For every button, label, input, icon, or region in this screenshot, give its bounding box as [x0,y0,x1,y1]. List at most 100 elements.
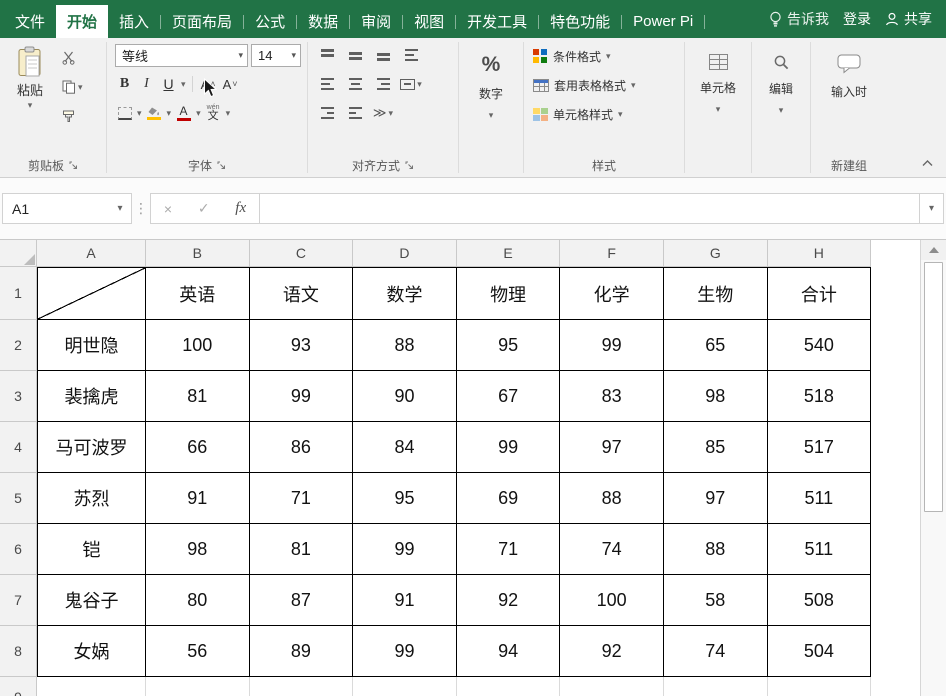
cell-G9[interactable] [664,677,768,696]
insert-function-button[interactable]: fx [235,200,246,217]
borders-button[interactable] [115,103,134,123]
menu-tab-power-pivot[interactable]: Power Pi [622,5,704,38]
share-button[interactable]: 共享 [885,9,932,29]
column-header-D[interactable]: D [353,240,457,267]
cell-H9[interactable] [768,677,872,696]
cell-D9[interactable] [353,677,457,696]
row-header-3[interactable]: 3 [0,371,37,422]
menu-tab-home[interactable]: 开始 [56,5,108,38]
editing-button[interactable]: 编辑 ▾ [752,38,810,153]
menu-tab-insert[interactable]: 插入 [108,5,160,38]
vertical-scrollbar[interactable] [920,240,946,696]
cell-C2[interactable]: 93 [250,320,354,371]
column-header-B[interactable]: B [146,240,250,267]
decrease-indent-button[interactable] [316,102,338,124]
cell-D4[interactable]: 84 [353,422,457,473]
formula-bar-grip[interactable]: ⋮ [132,200,150,217]
cell-C1[interactable]: 语文 [250,267,354,320]
cell-C9[interactable] [250,677,354,696]
cell-F3[interactable]: 83 [560,371,664,422]
cell-G8[interactable]: 74 [664,626,768,677]
column-header-F[interactable]: F [560,240,664,267]
scroll-up-button[interactable] [921,240,946,260]
cell-G4[interactable]: 85 [664,422,768,473]
cell-G1[interactable]: 生物 [664,267,768,320]
fill-color-button[interactable] [145,103,164,123]
wrap-text-button[interactable] [400,44,422,66]
cell-F7[interactable]: 100 [560,575,664,626]
phonetic-dropdown-arrow[interactable]: ▾ [226,109,231,118]
italic-button[interactable]: I [137,74,156,94]
merge-center-button[interactable]: ▾ [400,73,422,95]
fill-color-dropdown-arrow[interactable]: ▾ [167,109,172,118]
menu-tab-data[interactable]: 数据 [297,5,349,38]
menu-tab-developer[interactable]: 开发工具 [456,5,538,38]
cell-B9[interactable] [146,677,250,696]
cell-H6[interactable]: 511 [768,524,872,575]
input-macro-button[interactable]: 输入时 [811,38,887,153]
column-header-E[interactable]: E [457,240,561,267]
cell-D6[interactable]: 99 [353,524,457,575]
cell-E9[interactable] [457,677,561,696]
cells-button[interactable]: 单元格 ▾ [685,38,751,153]
cell-F5[interactable]: 88 [560,473,664,524]
column-header-C[interactable]: C [250,240,354,267]
cell-B8[interactable]: 56 [146,626,250,677]
cell-F6[interactable]: 74 [560,524,664,575]
cell-F8[interactable]: 92 [560,626,664,677]
paste-button[interactable]: 粘贴 ▾ [4,42,56,153]
cell-D5[interactable]: 95 [353,473,457,524]
cell-B5[interactable]: 91 [146,473,250,524]
increase-font-size-button[interactable]: A˄ [199,74,218,94]
font-size-dropdown-arrow[interactable]: ▾ [288,50,296,61]
cell-G6[interactable]: 88 [664,524,768,575]
cell-G7[interactable]: 58 [664,575,768,626]
cell-B6[interactable]: 98 [146,524,250,575]
cell-H7[interactable]: 508 [768,575,872,626]
cell-G5[interactable]: 97 [664,473,768,524]
select-all-button[interactable] [0,240,37,267]
borders-dropdown-arrow[interactable]: ▾ [137,109,142,118]
cell-D7[interactable]: 91 [353,575,457,626]
cancel-button[interactable]: × [164,201,172,217]
cell-A8[interactable]: 女娲 [37,626,146,677]
font-dialog-launcher[interactable] [217,161,226,170]
alignment-dialog-launcher[interactable] [405,161,414,170]
phonetic-guide-button[interactable]: wén 文 [204,103,223,123]
cell-E3[interactable]: 67 [457,371,561,422]
cell-A3[interactable]: 裴擒虎 [37,371,146,422]
column-header-G[interactable]: G [664,240,768,267]
menu-tab-formulas[interactable]: 公式 [244,5,296,38]
orientation-button[interactable]: ≫▾ [372,102,394,124]
cell-H8[interactable]: 504 [768,626,872,677]
cell-C3[interactable]: 99 [250,371,354,422]
align-center-button[interactable] [344,73,366,95]
cell-A6[interactable]: 铠 [37,524,146,575]
cell-B4[interactable]: 66 [146,422,250,473]
font-color-dropdown-arrow[interactable]: ▾ [196,109,201,118]
menu-tab-review[interactable]: 审阅 [350,5,402,38]
cell-C5[interactable]: 71 [250,473,354,524]
cell-E2[interactable]: 95 [457,320,561,371]
cell-H5[interactable]: 511 [768,473,872,524]
align-middle-button[interactable] [344,44,366,66]
cell-A9[interactable] [37,677,146,696]
row-header-8[interactable]: 8 [0,626,37,677]
row-header-9[interactable]: 9 [0,677,37,696]
cell-C7[interactable]: 87 [250,575,354,626]
cell-F4[interactable]: 97 [560,422,664,473]
cell-E5[interactable]: 69 [457,473,561,524]
font-name-combo[interactable]: 等线 ▾ [115,44,248,67]
row-header-6[interactable]: 6 [0,524,37,575]
cell-C4[interactable]: 86 [250,422,354,473]
cell-B1[interactable]: 英语 [146,267,250,320]
cell-H3[interactable]: 518 [768,371,872,422]
row-header-4[interactable]: 4 [0,422,37,473]
align-right-button[interactable] [372,73,394,95]
cell-E1[interactable]: 物理 [457,267,561,320]
enter-button[interactable]: ✓ [198,200,210,217]
row-header-1[interactable]: 1 [0,267,37,320]
font-size-combo[interactable]: 14 ▾ [251,44,301,67]
cell-E8[interactable]: 94 [457,626,561,677]
align-bottom-button[interactable] [372,44,394,66]
